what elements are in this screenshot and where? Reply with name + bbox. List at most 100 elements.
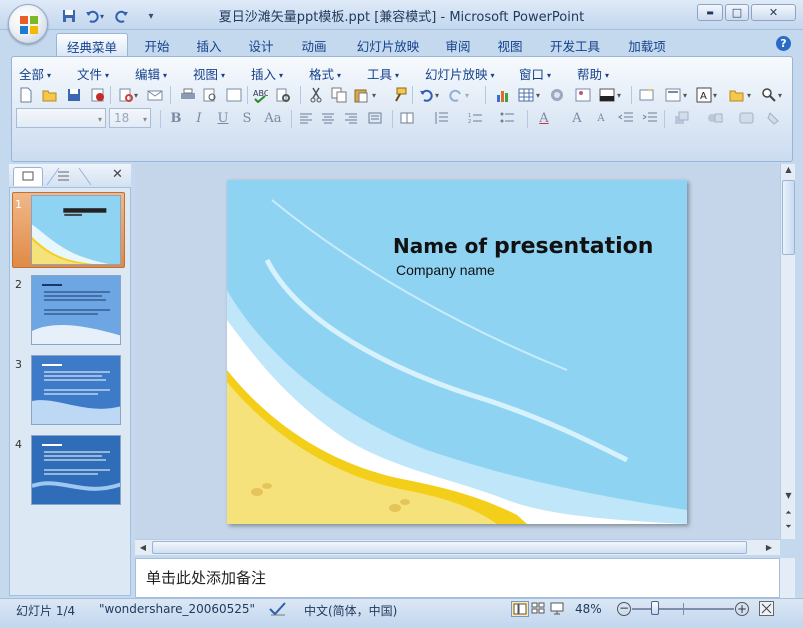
previous-slide-icon[interactable]: ⏶ [782,508,795,521]
scroll-right-icon[interactable]: ▶ [763,541,775,554]
copy-icon[interactable] [329,85,349,105]
dropdown-icon[interactable]: ▾ [132,85,140,105]
menu-slideshow[interactable]: 幻灯片放映 ▾ [425,64,495,83]
menu-window[interactable]: 窗口 ▾ [519,64,551,83]
grow-font-button[interactable]: A [568,110,586,128]
change-case-button[interactable]: Aa [261,110,285,128]
vertical-scrollbar[interactable]: ▲ ▼ ⏶ ⏷ [780,164,795,539]
shrink-font-button[interactable]: A [592,110,610,128]
new-document-icon[interactable] [16,85,36,105]
zoom-slider-thumb[interactable] [651,601,659,615]
menu-insert[interactable]: 插入 ▾ [251,64,283,83]
scroll-down-icon[interactable]: ▼ [782,491,795,504]
tab-insert[interactable]: 插入 [188,33,230,56]
slide-thumbnail-2[interactable] [31,275,121,345]
table-icon[interactable] [516,85,536,105]
line-spacing-icon[interactable] [432,108,452,128]
redo-list-icon[interactable]: ▾ [463,85,471,105]
align-right-icon[interactable] [341,108,361,128]
scroll-up-icon[interactable]: ▲ [782,165,795,178]
align-left-icon[interactable] [296,108,316,128]
clipart-icon[interactable] [547,85,567,105]
color-dropdown-icon[interactable]: ▾ [615,85,623,105]
slide-title[interactable]: Name of presentation [393,234,653,259]
zoom-in-icon[interactable]: + [735,602,749,616]
tab-view[interactable]: 视图 [489,33,531,56]
scroll-left-icon[interactable]: ◀ [137,541,149,554]
font-size-combo[interactable]: 18 ▾ [109,108,151,128]
menu-help[interactable]: 帮助 ▾ [577,64,609,83]
decrease-indent-icon[interactable] [616,108,636,128]
folder-icon[interactable] [727,85,747,105]
textbox-dropdown-icon[interactable]: ▾ [711,85,719,105]
tab-slideshow[interactable]: 幻灯片放映 [350,33,426,56]
tab-animation[interactable]: 动画 [293,33,335,56]
tab-review[interactable]: 审阅 [437,33,479,56]
chart-icon[interactable] [493,85,513,105]
bold-button[interactable]: B [167,110,185,128]
shadow-button[interactable]: S [238,110,256,128]
increase-indent-icon[interactable] [640,108,660,128]
spelling-icon[interactable]: ABC [250,85,270,105]
zoom-level[interactable]: 48% [575,602,602,616]
format-painter-icon[interactable] [389,85,409,105]
normal-view-icon[interactable] [511,601,529,617]
print-icon[interactable] [178,85,198,105]
help-icon[interactable]: ? [776,36,791,51]
zoom-out-icon[interactable]: − [617,602,631,616]
columns-icon[interactable] [398,108,418,128]
zoom-dropdown-icon[interactable]: ▾ [776,85,784,105]
tab-home[interactable]: 开始 [136,33,178,56]
paste-dropdown-icon[interactable]: ▾ [370,85,378,105]
quick-styles-icon[interactable] [737,108,757,128]
tab-design[interactable]: 设计 [240,33,282,56]
horizontal-scroll-thumb[interactable] [152,541,747,554]
menu-view[interactable]: 视图 ▾ [193,64,225,83]
sorter-view-icon[interactable] [530,601,548,617]
horizontal-scrollbar[interactable]: ◀ ▶ [135,539,780,555]
slide-thumbnail-3[interactable] [31,355,121,425]
paste-icon[interactable] [351,85,371,105]
tab-slides[interactable] [13,167,43,186]
close-pane-icon[interactable]: ✕ [112,167,123,182]
office-button[interactable] [8,4,48,44]
maximize-button[interactable]: □ [725,4,749,21]
tab-classic-menu[interactable]: 经典菜单 [56,33,128,56]
justify-icon[interactable] [365,108,385,128]
next-slide-icon[interactable]: ⏷ [782,522,795,535]
fit-to-window-icon[interactable] [759,601,774,616]
open-folder-icon[interactable] [40,85,60,105]
font-color-button[interactable]: A [535,110,553,128]
spell-check-icon[interactable] [268,600,288,618]
slide-subtitle[interactable]: Company name [396,262,495,278]
picture-icon[interactable] [573,85,593,105]
slide-thumbnail-1[interactable] [31,195,121,265]
notes-scrollbar[interactable] [780,558,795,598]
shape-fill-icon[interactable] [765,108,785,128]
language-indicator[interactable]: 中文(简体，中国) [304,602,397,619]
table-dropdown-icon[interactable]: ▾ [534,85,542,105]
email-icon[interactable] [145,85,165,105]
tab-addins[interactable]: 加载项 [620,33,674,56]
layout-icon[interactable] [663,85,683,105]
align-center-icon[interactable] [318,108,338,128]
minimize-button[interactable]: ▬ [697,4,723,21]
print-preview-2-icon[interactable] [200,85,220,105]
shapes-icon[interactable] [705,108,725,128]
close-button[interactable]: ✕ [751,4,796,21]
folder-dropdown-icon[interactable]: ▾ [745,85,753,105]
font-name-combo[interactable]: ▾ [16,108,106,128]
current-slide[interactable]: Name of presentation Company name [227,180,687,524]
menu-format[interactable]: 格式 ▾ [309,64,341,83]
numbering-icon[interactable]: 12 [466,108,486,128]
cut-icon[interactable] [306,85,326,105]
underline-button[interactable]: U [214,110,232,128]
save-toolbar-icon[interactable] [64,85,84,105]
color-scheme-icon[interactable] [597,85,617,105]
italic-button[interactable]: I [190,110,208,128]
notes-placeholder[interactable]: 单击此处添加备注 [146,567,266,588]
tab-outline[interactable] [45,167,92,186]
vertical-scroll-thumb[interactable] [782,180,795,255]
research-icon[interactable] [273,85,293,105]
slide-view-icon[interactable] [224,85,244,105]
